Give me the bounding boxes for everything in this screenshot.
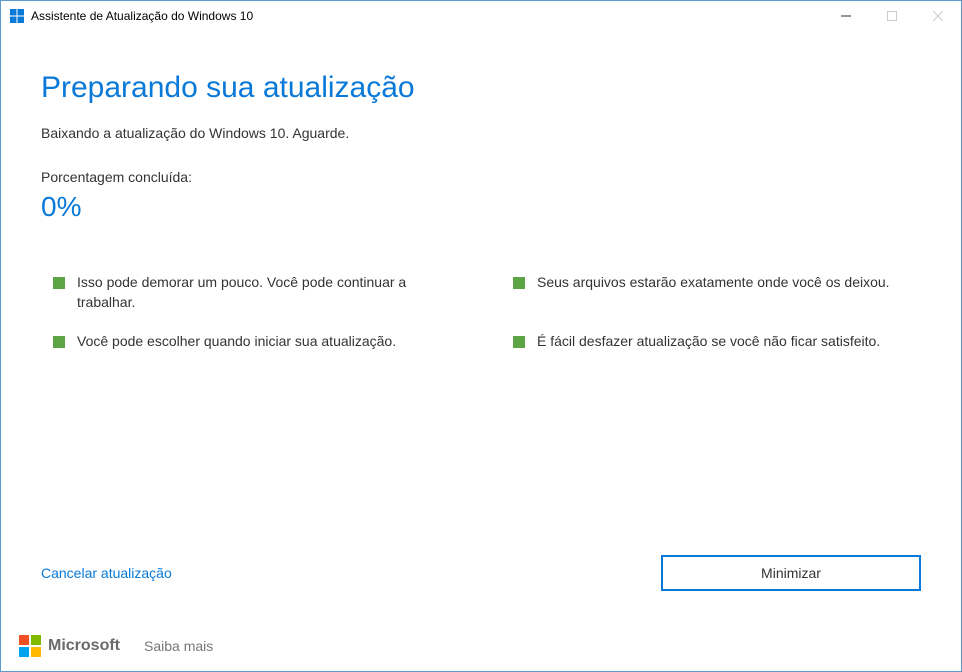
info-item: É fácil desfazer atualização se você não… <box>501 332 921 352</box>
microsoft-logo: Microsoft <box>19 635 120 657</box>
percent-value: 0% <box>41 191 921 223</box>
info-item: Isso pode demorar um pouco. Você pode co… <box>41 273 461 312</box>
bottom-bar: Microsoft Saiba mais <box>1 621 961 671</box>
info-item: Você pode escolher quando iniciar sua at… <box>41 332 461 352</box>
page-title: Preparando sua atualização <box>41 71 921 105</box>
square-bullet-icon <box>513 277 525 289</box>
minimize-button[interactable]: Minimizar <box>661 555 921 591</box>
footer-actions: Cancelar atualização Minimizar <box>1 555 961 621</box>
square-bullet-icon <box>53 336 65 348</box>
main-content: Preparando sua atualização Baixando a at… <box>1 31 961 555</box>
info-item-text: É fácil desfazer atualização se você não… <box>537 332 880 352</box>
maximize-window-button <box>869 1 915 31</box>
microsoft-logo-text: Microsoft <box>48 637 120 655</box>
window-controls <box>823 1 961 31</box>
windows-logo-icon <box>9 8 25 24</box>
status-text: Baixando a atualização do Windows 10. Ag… <box>41 125 921 141</box>
microsoft-logo-icon <box>19 635 41 657</box>
cancel-update-link[interactable]: Cancelar atualização <box>41 565 172 581</box>
percent-label: Porcentagem concluída: <box>41 169 921 185</box>
square-bullet-icon <box>513 336 525 348</box>
info-item-text: Você pode escolher quando iniciar sua at… <box>77 332 396 352</box>
learn-more-link[interactable]: Saiba mais <box>144 638 213 654</box>
minimize-window-button[interactable] <box>823 1 869 31</box>
close-window-button <box>915 1 961 31</box>
info-grid: Isso pode demorar um pouco. Você pode co… <box>41 273 921 352</box>
info-item-text: Seus arquivos estarão exatamente onde vo… <box>537 273 890 293</box>
info-item: Seus arquivos estarão exatamente onde vo… <box>501 273 921 312</box>
square-bullet-icon <box>53 277 65 289</box>
window-title: Assistente de Atualização do Windows 10 <box>31 9 253 23</box>
info-item-text: Isso pode demorar um pouco. Você pode co… <box>77 273 461 312</box>
titlebar: Assistente de Atualização do Windows 10 <box>1 1 961 31</box>
